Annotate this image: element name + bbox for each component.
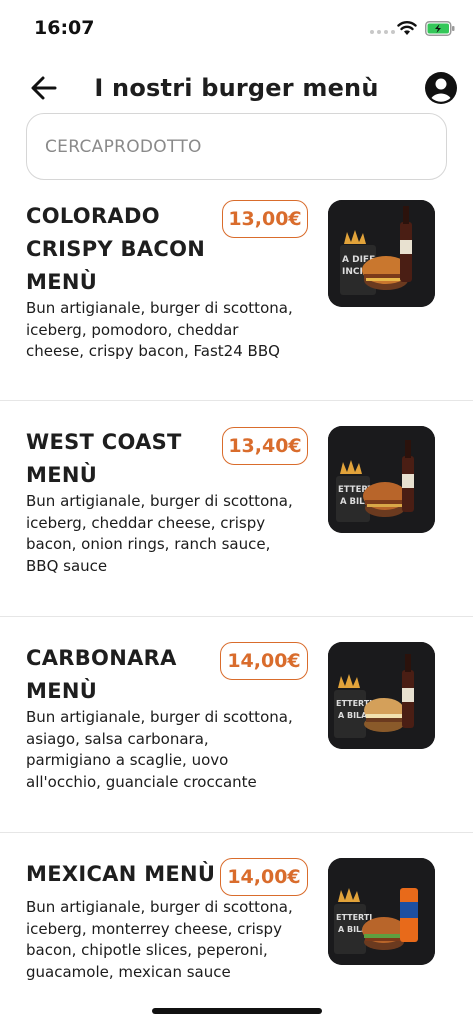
menu-item[interactable]: COLORADO CRISPY BACON MENÙ 13,00€ Bun ar… [0,200,473,400]
product-image: ETTERTI A BILA [328,642,435,749]
item-description: Bun artigianale, burger di scottona, ice… [26,492,293,576]
svg-text:A BILA: A BILA [338,711,368,720]
price-badge: 13,40€ [222,427,308,465]
price-badge: 14,00€ [220,858,308,896]
page-title: I nostri burger menù [94,74,379,102]
item-name: MEXICAN MENÙ [26,862,216,886]
menu-item[interactable]: CARBONARA MENÙ 14,00€ Bun artigianale, b… [0,642,473,832]
price-badge: 13,00€ [222,200,308,238]
divider [0,832,473,833]
item-description: Bun artigianale, burger di scottona, ice… [26,299,293,361]
item-name: COLORADO CRISPY BACON MENÙ [26,204,206,294]
status-time: 16:07 [34,17,95,39]
top-navigation: I nostri burger menù [0,66,473,110]
product-image: ETTERTI A BILA [328,858,435,965]
divider [0,400,473,401]
divider [0,616,473,617]
menu-item[interactable]: WEST COAST MENÙ 13,40€ Bun artigianale, … [0,426,473,616]
item-name: CARBONARA MENÙ [26,646,177,703]
item-description: Bun artigianale, burger di scottona, ice… [26,898,293,982]
home-indicator [152,1008,322,1014]
battery-charging-icon [425,21,455,36]
item-name: WEST COAST MENÙ [26,430,182,487]
search-box [26,113,447,180]
product-image: ETTERTI A BILA [328,426,435,533]
item-description: Bun artigianale, burger di scottona, asi… [26,708,293,792]
product-image: A DIFF INCIA [328,200,435,307]
wifi-icon [397,21,417,35]
price-badge: 14,00€ [220,642,308,680]
signal-dots-icon [370,30,395,34]
user-circle-icon[interactable] [424,71,458,105]
search-input[interactable] [27,114,446,179]
status-bar: 16:07 [0,0,473,58]
menu-item[interactable]: MEXICAN MENÙ 14,00€ Bun artigianale, bur… [0,858,473,1008]
svg-text:ETTERTI: ETTERTI [336,913,372,922]
